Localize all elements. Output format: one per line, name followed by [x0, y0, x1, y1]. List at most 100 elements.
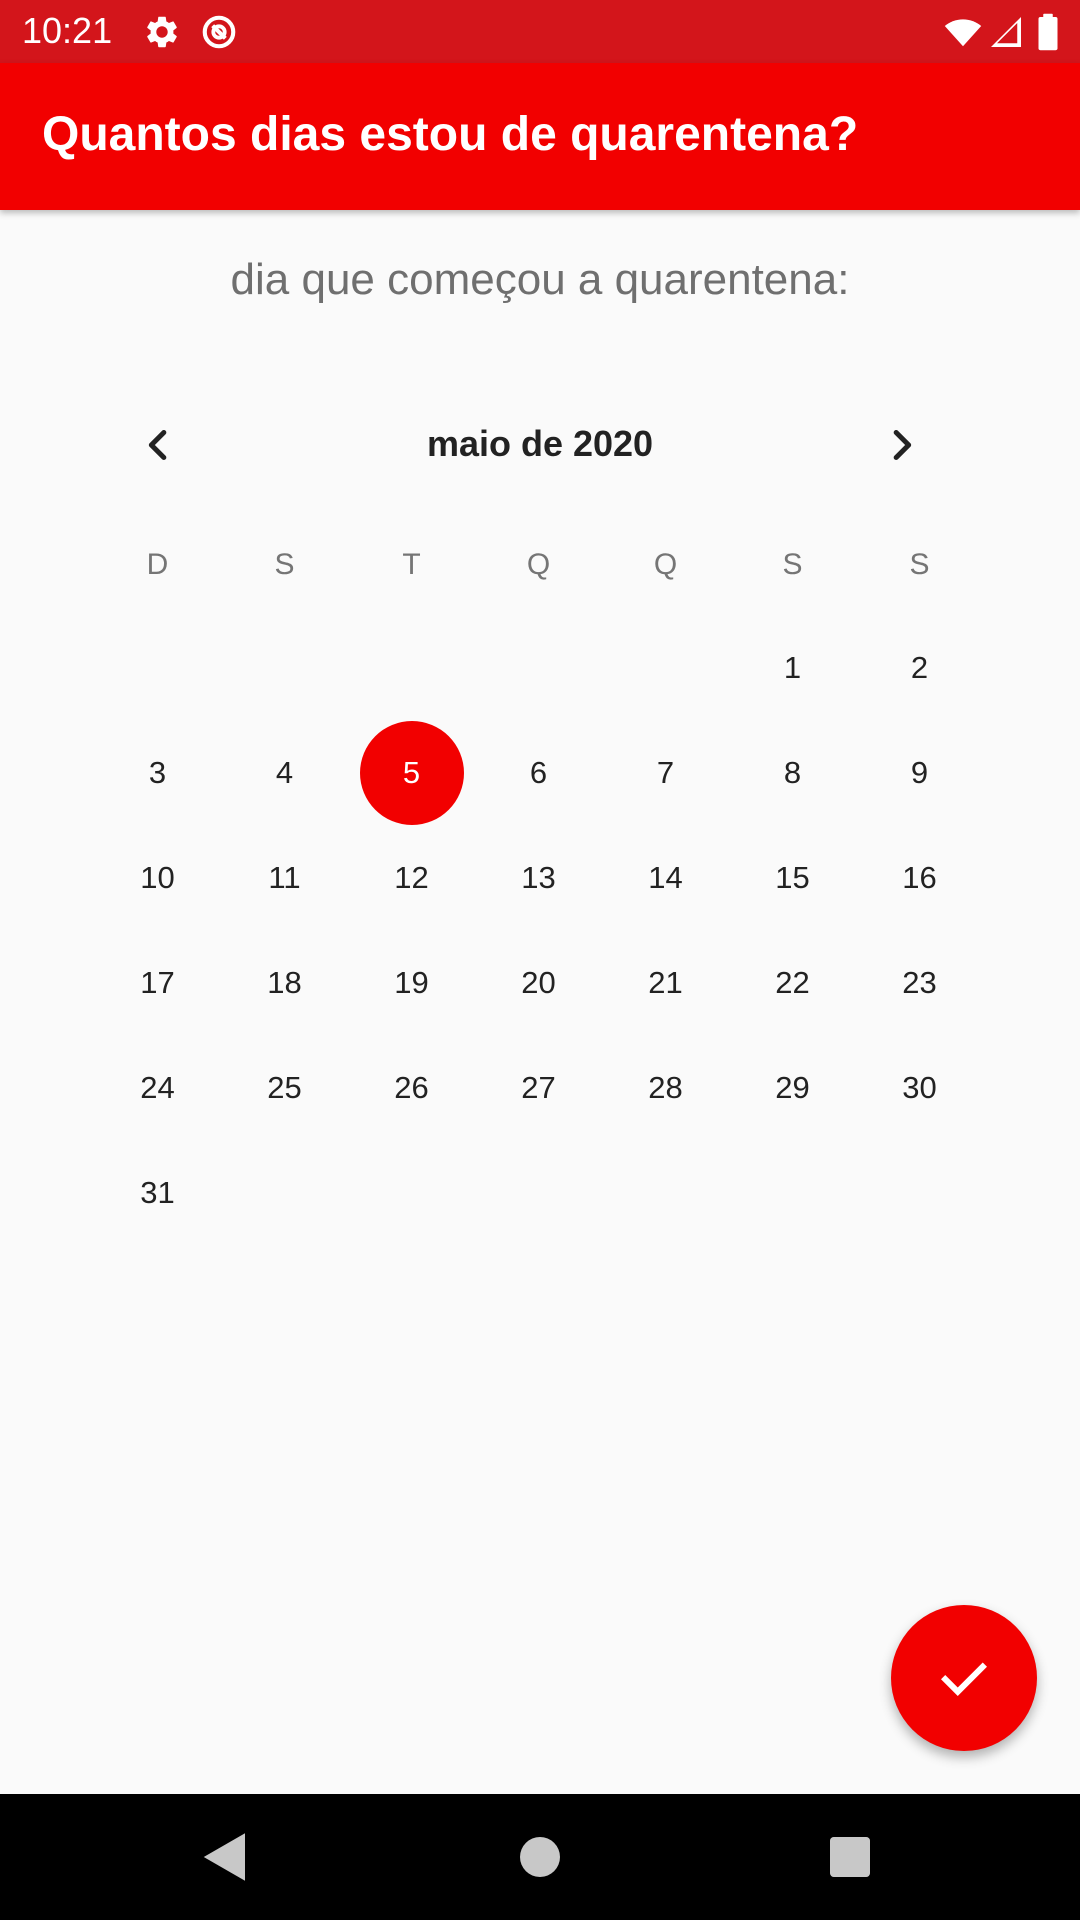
calendar-day[interactable]: 18 [221, 930, 348, 1035]
calendar-week: 3 4 5 6 7 8 9 [94, 720, 984, 825]
calendar-day-empty [602, 615, 729, 720]
calendar-day-number: 18 [267, 964, 302, 1000]
calendar-day-number: 26 [394, 1069, 429, 1105]
calendar-day[interactable]: 19 [348, 930, 475, 1035]
calendar-day-number: 7 [656, 754, 675, 790]
status-bar: 10:21 [0, 0, 1080, 63]
calendar-day-selected[interactable]: 5 [348, 720, 475, 825]
calendar-day-empty [856, 1140, 983, 1245]
calendar-day[interactable]: 2 [856, 615, 983, 720]
confirm-date-button[interactable] [891, 1605, 1037, 1751]
calendar-day[interactable]: 27 [475, 1035, 602, 1140]
calendar-day-number: 14 [648, 859, 683, 895]
calendar-day[interactable]: 14 [602, 825, 729, 930]
calendar-day-number: 22 [775, 964, 810, 1000]
app-bar: Quantos dias estou de quarentena? [0, 63, 1080, 210]
home-circle-icon [510, 1827, 570, 1887]
weekday-label: Q [526, 548, 551, 581]
calendar-week: 17 18 19 20 21 22 23 [94, 930, 984, 1035]
weekday-label: S [274, 548, 295, 581]
calendar-day[interactable]: 10 [94, 825, 221, 930]
weekday-label: T [402, 548, 421, 581]
calendar-day-number: 2 [910, 649, 929, 685]
calendar-day-empty [221, 615, 348, 720]
calendar-day[interactable]: 9 [856, 720, 983, 825]
calendar-day-number: 13 [521, 859, 556, 895]
signal-icon [988, 13, 1024, 51]
next-month-button[interactable] [867, 410, 937, 480]
calendar-day[interactable]: 25 [221, 1035, 348, 1140]
calendar-day-number: 25 [267, 1069, 302, 1105]
calendar-day-number: 10 [140, 859, 175, 895]
calendar-day-empty [94, 615, 221, 720]
calendar-day[interactable]: 22 [729, 930, 856, 1035]
calendar-week: 10 11 12 13 14 15 16 [94, 825, 984, 930]
recents-square-icon [820, 1827, 880, 1887]
calendar-day[interactable]: 8 [729, 720, 856, 825]
calendar-day-number: 3 [148, 754, 167, 790]
calendar-day[interactable]: 7 [602, 720, 729, 825]
calendar-day[interactable]: 3 [94, 720, 221, 825]
weekday-header: D S T Q Q S S [94, 515, 984, 615]
calendar-day[interactable]: 4 [221, 720, 348, 825]
calendar-day-number: 6 [529, 754, 548, 790]
calendar-day[interactable]: 1 [729, 615, 856, 720]
calendar-day[interactable]: 13 [475, 825, 602, 930]
weekday-label: S [909, 548, 930, 581]
calendar-day-number: 17 [140, 964, 175, 1000]
recents-button[interactable] [820, 1827, 880, 1887]
calendar-day[interactable]: 31 [94, 1140, 221, 1245]
blocked-circle-icon [200, 13, 238, 51]
back-triangle-icon [195, 1827, 255, 1887]
calendar-day-number: 8 [783, 754, 802, 790]
wifi-icon [943, 13, 983, 51]
calendar-day-number: 28 [648, 1069, 683, 1105]
back-button[interactable] [195, 1827, 255, 1887]
calendar-day-number: 24 [140, 1069, 175, 1105]
calendar-day-empty [475, 615, 602, 720]
calendar-day[interactable]: 6 [475, 720, 602, 825]
calendar-day[interactable]: 11 [221, 825, 348, 930]
calendar-day[interactable]: 17 [94, 930, 221, 1035]
calendar-day[interactable]: 26 [348, 1035, 475, 1140]
calendar-day-number: 1 [783, 649, 802, 685]
calendar-day-number: 9 [910, 754, 929, 790]
calendar-day-empty [221, 1140, 348, 1245]
calendar-day-empty [475, 1140, 602, 1245]
calendar-day-number: 30 [902, 1069, 937, 1105]
calendar-week: 1 2 [94, 615, 984, 720]
calendar-day[interactable]: 20 [475, 930, 602, 1035]
calendar-day-number: 15 [775, 859, 810, 895]
calendar-day-number: 21 [648, 964, 683, 1000]
calendar-day-number: 19 [394, 964, 429, 1000]
weekday-label: Q [653, 548, 678, 581]
calendar-day-number: 16 [902, 859, 937, 895]
weekday-label: D [146, 548, 169, 581]
calendar-day[interactable]: 23 [856, 930, 983, 1035]
calendar-day[interactable]: 21 [602, 930, 729, 1035]
calendar-day[interactable]: 16 [856, 825, 983, 930]
calendar-day[interactable]: 12 [348, 825, 475, 930]
calendar-day-empty [602, 1140, 729, 1245]
home-button[interactable] [510, 1827, 570, 1887]
system-navigation-bar [0, 1794, 1080, 1920]
calendar-day[interactable]: 29 [729, 1035, 856, 1140]
calendar-day-number: 11 [268, 859, 301, 895]
calendar-day-number: 23 [902, 964, 937, 1000]
calendar-day-number: 31 [140, 1174, 175, 1210]
calendar-day-empty [348, 615, 475, 720]
calendar-day[interactable]: 30 [856, 1035, 983, 1140]
calendar-day[interactable]: 15 [729, 825, 856, 930]
settings-gear-icon [143, 13, 181, 51]
calendar-week: 31 [94, 1140, 984, 1245]
calendar-month-header: maio de 2020 [100, 410, 980, 480]
calendar-day-number: 12 [394, 859, 429, 895]
calendar-day[interactable]: 28 [602, 1035, 729, 1140]
check-icon [934, 1648, 994, 1708]
calendar-day[interactable]: 24 [94, 1035, 221, 1140]
calendar-day-number: 4 [275, 754, 294, 790]
screen: 10:21 Quantos dias estou de quarentena? … [0, 0, 1080, 1920]
battery-icon [1036, 13, 1060, 51]
status-time: 10:21 [22, 10, 113, 51]
month-label: maio de 2020 [426, 423, 654, 464]
